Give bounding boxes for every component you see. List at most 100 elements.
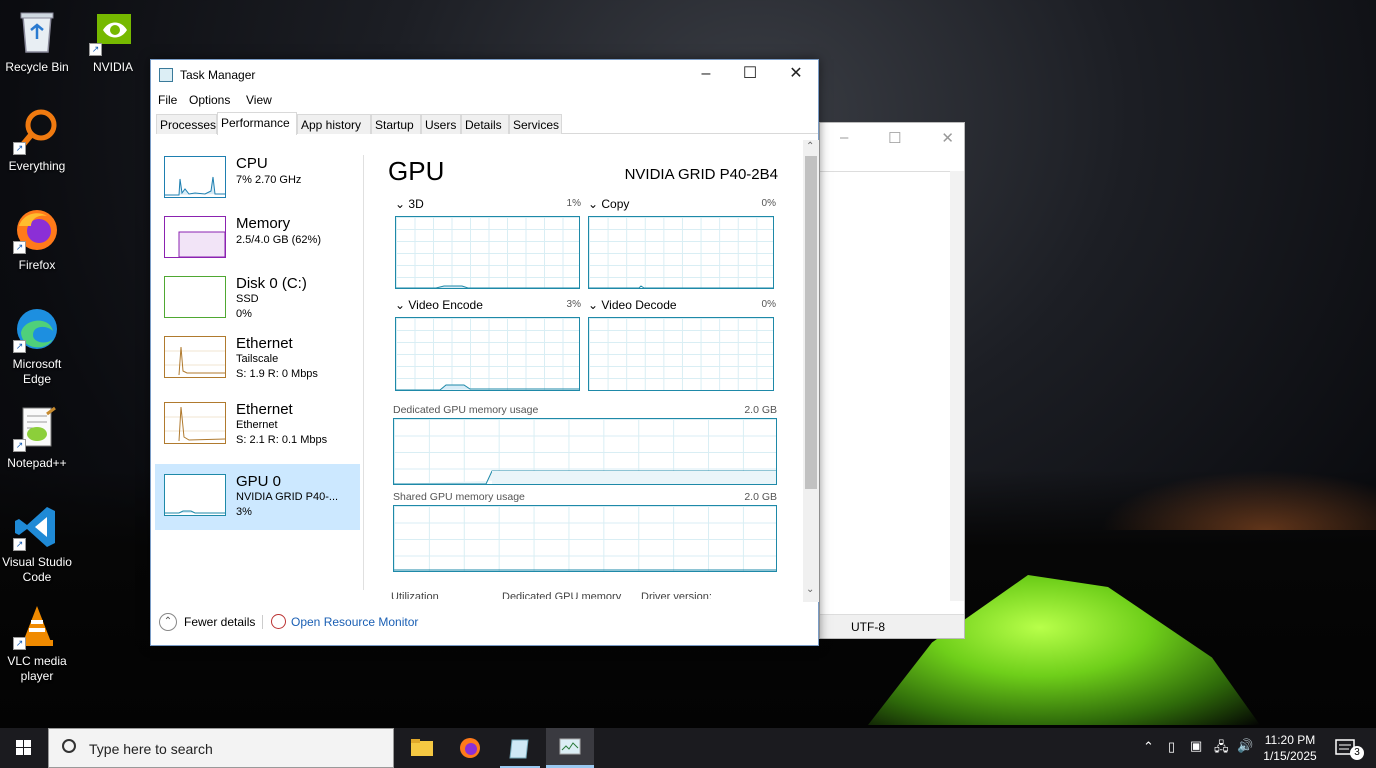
status-bar: UTF-8 xyxy=(820,614,964,638)
sidebar-item-detail: NVIDIA GRID P40-... xyxy=(236,491,339,503)
desktop-icon-edge[interactable]: ↗ Microsoft Edge xyxy=(0,305,74,387)
sidebar-item-detail: 2.5/4.0 GB (62%) xyxy=(236,234,321,246)
vertical-scrollbar[interactable] xyxy=(950,171,964,601)
maximize-icon[interactable]: ☐ xyxy=(888,129,901,147)
menu-options[interactable]: Options xyxy=(189,93,230,107)
sidebar-divider xyxy=(363,155,364,590)
minimize-button[interactable]: – xyxy=(683,60,729,90)
fewer-details-button[interactable]: Fewer details xyxy=(184,615,255,629)
tab-performance[interactable]: Performance xyxy=(217,112,297,135)
close-icon[interactable]: ✕ xyxy=(941,129,954,147)
shared-memory-label: Shared GPU memory usage xyxy=(393,491,525,503)
chevron-down-icon: ⌄ xyxy=(588,197,602,211)
network-icon[interactable]: 🖧 xyxy=(1214,738,1229,760)
notification-center-button[interactable]: 3 xyxy=(1330,728,1376,768)
engine-selector-video-decode[interactable]: ⌄ Video Decode xyxy=(588,298,677,312)
background-notepad-window[interactable]: – ☐ ✕ UTF-8 xyxy=(819,122,965,639)
maximize-button[interactable]: ☐ xyxy=(727,60,773,90)
taskbar-file-explorer[interactable] xyxy=(398,728,446,768)
menu-bar: File Options View xyxy=(151,90,818,110)
stat-label: Driver version: xyxy=(641,591,712,599)
vlc-icon: ↗ xyxy=(13,602,61,650)
sidebar-item-disk[interactable]: Disk 0 (C:) SSD 0% xyxy=(155,260,360,322)
tab-details[interactable]: Details xyxy=(461,114,509,134)
menu-view[interactable]: View xyxy=(246,93,272,107)
taskbar-search-box[interactable]: Type here to search xyxy=(48,728,394,768)
graph-dedicated-memory xyxy=(393,418,777,485)
start-button[interactable] xyxy=(0,728,48,768)
sidebar-item-memory[interactable]: Memory 2.5/4.0 GB (62%) xyxy=(155,200,360,262)
engine-label: Video Decode xyxy=(601,298,677,312)
engine-selector-video-encode[interactable]: ⌄ Video Encode xyxy=(395,298,483,312)
tablet-icon[interactable]: ▯ xyxy=(1168,739,1175,755)
text-area[interactable] xyxy=(820,171,950,601)
task-manager-window[interactable]: Task Manager – ☐ ✕ File Options View Pro… xyxy=(150,59,819,646)
title-bar[interactable]: Task Manager – ☐ ✕ xyxy=(151,60,818,90)
engine-value: 1% xyxy=(566,198,581,209)
sidebar-item-name: Memory xyxy=(236,215,291,232)
graph-shared-memory xyxy=(393,505,777,572)
sidebar-item-detail: 0% xyxy=(236,308,252,320)
taskbar-notepad[interactable] xyxy=(496,728,544,768)
vertical-scrollbar[interactable]: ⌃ ⌄ xyxy=(803,140,819,602)
chevron-up-icon[interactable]: ⌃ xyxy=(1143,739,1154,755)
scroll-up-icon[interactable]: ⌃ xyxy=(806,141,814,152)
close-button[interactable]: ✕ xyxy=(773,60,819,90)
minimize-icon[interactable]: – xyxy=(840,129,848,147)
tab-users[interactable]: Users xyxy=(421,114,461,134)
scrollbar-thumb[interactable] xyxy=(805,156,817,489)
chevron-up-icon[interactable]: ⌃ xyxy=(159,613,177,631)
chevron-down-icon: ⌄ xyxy=(395,298,409,312)
tab-startup[interactable]: Startup xyxy=(371,114,421,134)
desktop-icon-label: Visual Studio Code xyxy=(2,555,72,584)
vscode-icon: ↗ xyxy=(13,503,61,551)
shortcut-arrow-icon: ↗ xyxy=(13,340,26,353)
desktop-icon-firefox[interactable]: ↗ Firefox xyxy=(0,206,74,273)
desktop-icon-label: Firefox xyxy=(18,258,56,272)
taskbar-task-manager[interactable] xyxy=(546,728,594,768)
engine-value: 3% xyxy=(566,299,581,310)
stats-labels-row: Utilization Dedicated GPU memory Driver … xyxy=(381,590,781,599)
sidebar-item-detail: SSD xyxy=(236,293,259,305)
notepadpp-icon: ↗ xyxy=(13,404,61,452)
menu-file[interactable]: File xyxy=(158,93,177,107)
desktop-icon-everything[interactable]: ↗ Everything xyxy=(0,107,74,174)
sidebar-item-ethernet-tailscale[interactable]: Ethernet Tailscale S: 1.9 R: 0 Mbps xyxy=(155,326,360,388)
resource-sidebar: CPU 7% 2.70 GHz Memory 2.5/4.0 GB (62%) … xyxy=(151,140,363,600)
engine-selector-3d[interactable]: ⌄ 3D xyxy=(395,197,424,211)
sidebar-item-ethernet[interactable]: Ethernet Ethernet S: 2.1 R: 0.1 Mbps xyxy=(155,392,360,454)
shared-memory-max: 2.0 GB xyxy=(744,491,777,503)
engine-value: 0% xyxy=(761,198,776,209)
desktop-icon-recycle-bin[interactable]: Recycle Bin xyxy=(0,8,74,75)
firefox-icon: ↗ xyxy=(13,206,61,254)
taskbar-clock[interactable]: 11:20 PM 1/15/2025 xyxy=(1258,732,1322,764)
security-icon[interactable]: ▣ xyxy=(1190,738,1202,754)
desktop-icon-notepadpp[interactable]: ↗ Notepad++ xyxy=(0,404,74,471)
graph-video-encode xyxy=(395,317,580,391)
tab-processes[interactable]: Processes xyxy=(156,114,217,134)
desktop-icon-nvidia[interactable]: ↗ NVIDIA xyxy=(76,8,150,75)
clock-time: 11:20 PM xyxy=(1264,733,1316,747)
sidebar-item-detail: 7% 2.70 GHz xyxy=(236,174,302,186)
volume-icon[interactable]: 🔊 xyxy=(1237,738,1253,754)
sidebar-item-cpu[interactable]: CPU 7% 2.70 GHz xyxy=(155,140,360,202)
sidebar-item-gpu[interactable]: GPU 0 NVIDIA GRID P40-... 3% xyxy=(155,464,360,530)
desktop-icon-vscode[interactable]: ↗ Visual Studio Code xyxy=(0,503,74,585)
encoding-label: UTF-8 xyxy=(851,620,885,634)
dedicated-memory-label: Dedicated GPU memory usage xyxy=(393,404,539,416)
dedicated-memory-max: 2.0 GB xyxy=(744,404,777,416)
tab-app-history[interactable]: App history xyxy=(297,114,371,134)
taskbar-firefox[interactable] xyxy=(446,728,494,768)
wallpaper-glow xyxy=(1100,470,1376,530)
notepad-icon xyxy=(509,739,529,759)
scroll-down-icon[interactable]: ⌄ xyxy=(806,584,814,595)
footer-bar: ⌃ Fewer details Open Resource Monitor xyxy=(151,605,818,645)
tab-services[interactable]: Services xyxy=(509,114,562,134)
shortcut-arrow-icon: ↗ xyxy=(13,439,26,452)
search-placeholder: Type here to search xyxy=(89,741,213,757)
memory-thumbnail-graph xyxy=(164,216,226,258)
resource-monitor-icon xyxy=(271,614,286,629)
desktop-icon-vlc[interactable]: ↗ VLC media player xyxy=(0,602,74,684)
engine-selector-copy[interactable]: ⌄ Copy xyxy=(588,197,629,211)
open-resource-monitor-link[interactable]: Open Resource Monitor xyxy=(291,615,418,629)
